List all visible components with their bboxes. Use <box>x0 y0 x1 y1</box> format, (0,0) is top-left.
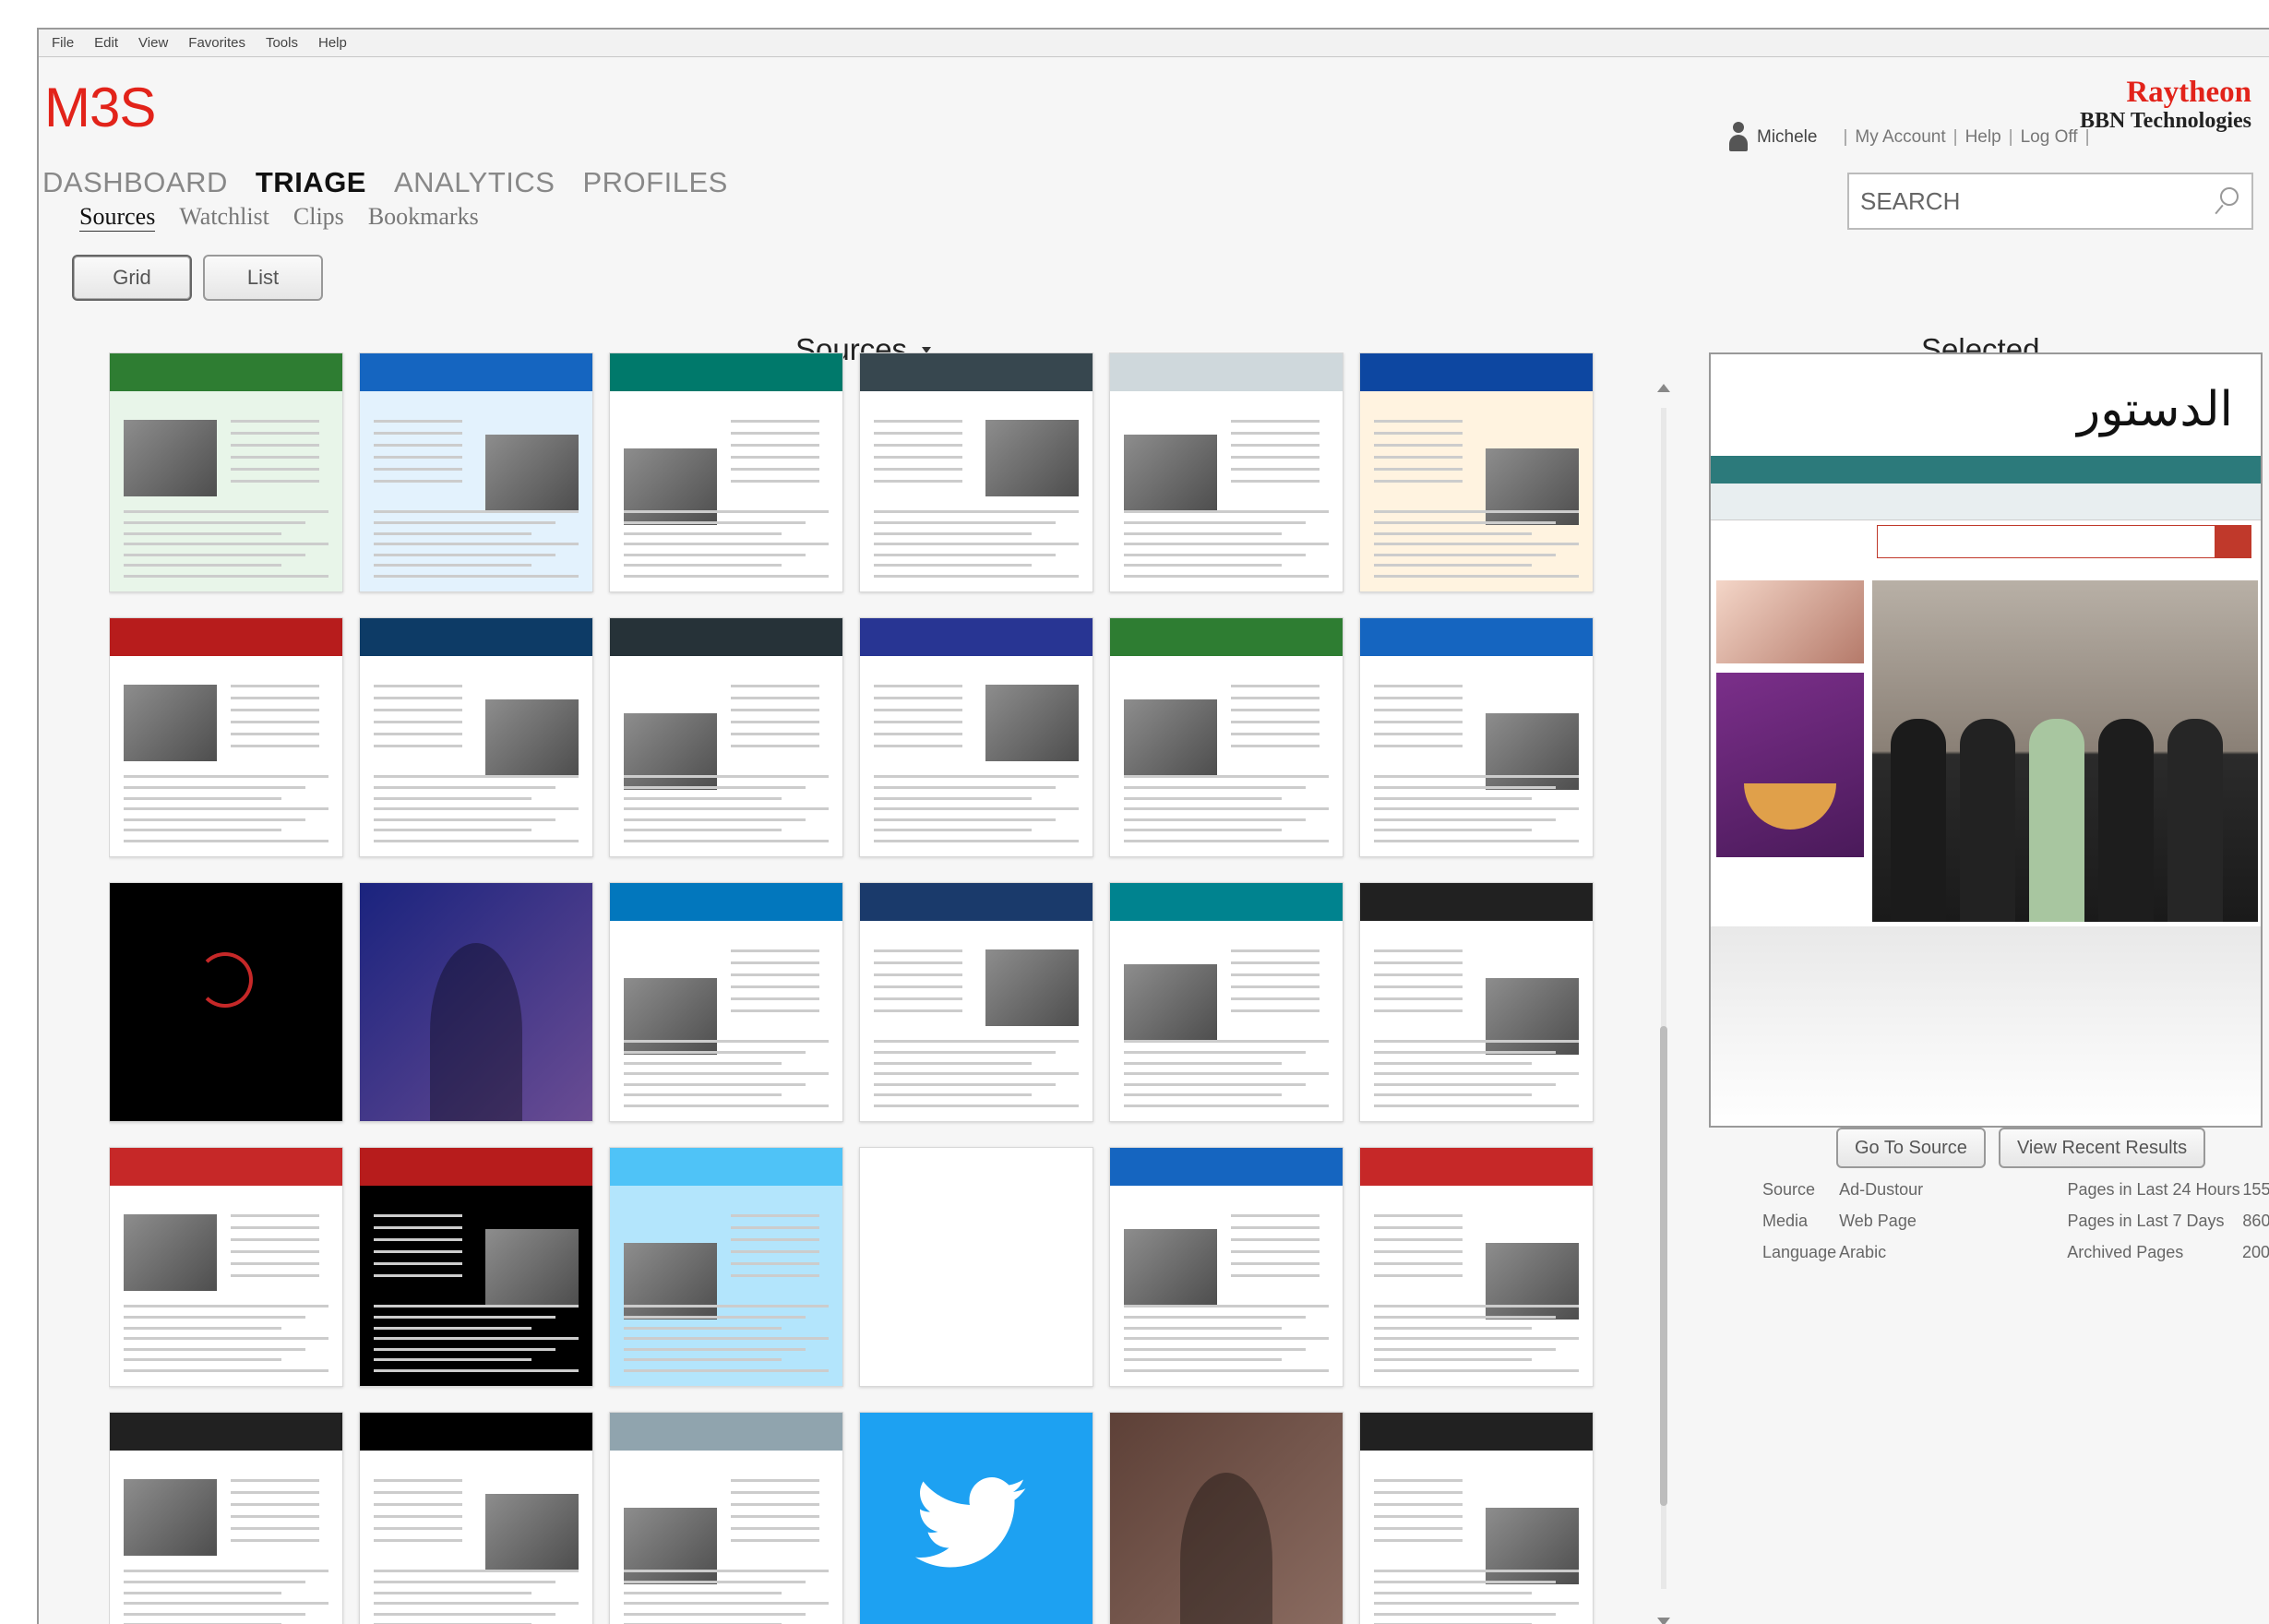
source-thumbnail[interactable] <box>859 1147 1093 1387</box>
meta-row: Media Web Page Pages in Last 7 Days 860 <box>1762 1205 2269 1236</box>
app-logo: M3S <box>44 77 156 138</box>
brand-name: Raytheon <box>2126 76 2251 109</box>
go-to-source-button[interactable]: Go To Source <box>1836 1128 1986 1168</box>
source-thumbnail[interactable] <box>859 352 1093 592</box>
archived-count: 20099 <box>2242 1242 2269 1261</box>
subnav-watchlist[interactable]: Watchlist <box>179 203 269 232</box>
list-view-button[interactable]: List <box>203 255 323 301</box>
menu-favorites[interactable]: Favorites <box>188 35 245 51</box>
source-thumbnail[interactable] <box>1109 1412 1343 1624</box>
preview-site-logo: الدستور <box>2077 382 2233 437</box>
app-window: File Edit View Favorites Tools Help M3S … <box>37 28 2269 1624</box>
dish-logo-icon <box>197 952 253 1008</box>
meta-row: Language Arabic Archived Pages 20099 <box>1762 1236 2269 1268</box>
sub-nav: Sources Watchlist Clips Bookmarks <box>79 203 479 232</box>
source-metadata: Source Ad-Dustour Pages in Last 24 Hours… <box>1762 1174 2269 1268</box>
menu-edit[interactable]: Edit <box>94 35 118 51</box>
source-thumbnail[interactable] <box>1109 352 1343 592</box>
subnav-clips[interactable]: Clips <box>293 203 344 232</box>
media-type: Web Page <box>1839 1211 1917 1230</box>
subnav-bookmarks[interactable]: Bookmarks <box>368 203 479 232</box>
search-input[interactable] <box>1860 186 2213 216</box>
menu-bar: File Edit View Favorites Tools Help <box>39 30 2269 57</box>
source-thumbnail[interactable] <box>1359 1147 1594 1387</box>
source-thumbnail[interactable] <box>359 1412 593 1624</box>
source-thumbnail[interactable] <box>109 352 343 592</box>
source-thumbnail[interactable] <box>859 1412 1093 1624</box>
selected-preview[interactable]: الدستور <box>1709 352 2263 1128</box>
logoff-link[interactable]: Log Off <box>2021 127 2078 148</box>
my-account-link[interactable]: My Account <box>1855 127 1945 148</box>
source-name: Ad-Dustour <box>1839 1179 1924 1199</box>
meta-row: Source Ad-Dustour Pages in Last 24 Hours… <box>1762 1174 2269 1205</box>
source-thumbnail[interactable] <box>359 882 593 1122</box>
preview-actions: Go To Source View Recent Results <box>1836 1128 2206 1168</box>
menu-view[interactable]: View <box>138 35 168 51</box>
user-icon <box>1727 122 1750 153</box>
nav-profiles[interactable]: PROFILES <box>582 166 727 199</box>
source-thumbnail[interactable] <box>609 617 843 857</box>
source-thumbnail[interactable] <box>109 1412 343 1624</box>
view-toggle: Grid List <box>72 255 323 301</box>
scrollbar-thumb[interactable] <box>1660 1026 1667 1506</box>
search-icon[interactable] <box>2213 185 2240 217</box>
source-thumbnail[interactable] <box>859 617 1093 857</box>
source-thumbnail[interactable] <box>359 617 593 857</box>
grid-view-button[interactable]: Grid <box>72 255 192 301</box>
preview-main-photo <box>1872 580 2258 922</box>
source-thumbnail[interactable] <box>1109 1147 1343 1387</box>
source-thumbnail[interactable] <box>609 882 843 1122</box>
preview-ad-banner <box>1716 673 1864 857</box>
view-recent-results-button[interactable]: View Recent Results <box>1998 1128 2206 1168</box>
menu-help[interactable]: Help <box>318 35 347 51</box>
twitter-bird-icon <box>911 1477 1031 1570</box>
nav-analytics[interactable]: ANALYTICS <box>394 166 555 199</box>
brand-subname: BBN Technologies <box>2079 109 2251 134</box>
source-thumbnail[interactable] <box>1359 617 1594 857</box>
user-name: Michele <box>1757 127 1818 147</box>
source-thumbnail[interactable] <box>609 1147 843 1387</box>
subnav-sources[interactable]: Sources <box>79 203 156 232</box>
nav-dashboard[interactable]: DASHBOARD <box>42 166 228 199</box>
source-thumbnail[interactable] <box>1109 617 1343 857</box>
nav-triage[interactable]: TRIAGE <box>256 166 366 199</box>
main-nav: DASHBOARD TRIAGE ANALYTICS PROFILES <box>42 166 728 199</box>
source-thumbnail[interactable] <box>1359 352 1594 592</box>
source-thumbnail[interactable] <box>1359 1412 1594 1624</box>
brand-logo: Raytheon BBN Technologies <box>2080 76 2251 134</box>
user-bar: Michele | My Account | Help | Log Off | <box>1727 122 2090 153</box>
sources-grid <box>109 352 1622 1624</box>
help-link[interactable]: Help <box>1965 127 2001 148</box>
pages-24h-count: 155 <box>2242 1179 2269 1199</box>
grid-scrollbar[interactable] <box>1654 380 1674 1624</box>
source-thumbnail[interactable] <box>359 352 593 592</box>
source-thumbnail[interactable] <box>1359 882 1594 1122</box>
source-thumbnail[interactable] <box>109 1147 343 1387</box>
scroll-down-icon[interactable] <box>1657 1618 1670 1624</box>
source-thumbnail[interactable] <box>859 882 1093 1122</box>
source-thumbnail[interactable] <box>609 1412 843 1624</box>
source-thumbnail[interactable] <box>359 1147 593 1387</box>
preview-ad-image <box>1716 580 1864 663</box>
source-thumbnail[interactable] <box>609 352 843 592</box>
menu-file[interactable]: File <box>52 35 74 51</box>
search-box[interactable] <box>1847 173 2253 230</box>
source-thumbnail[interactable] <box>109 882 343 1122</box>
source-thumbnail[interactable] <box>1109 882 1343 1122</box>
pages-7d-count: 860 <box>2242 1211 2269 1230</box>
language-value: Arabic <box>1839 1242 1887 1261</box>
scroll-up-icon[interactable] <box>1657 384 1670 392</box>
source-thumbnail[interactable] <box>109 617 343 857</box>
menu-tools[interactable]: Tools <box>266 35 298 51</box>
